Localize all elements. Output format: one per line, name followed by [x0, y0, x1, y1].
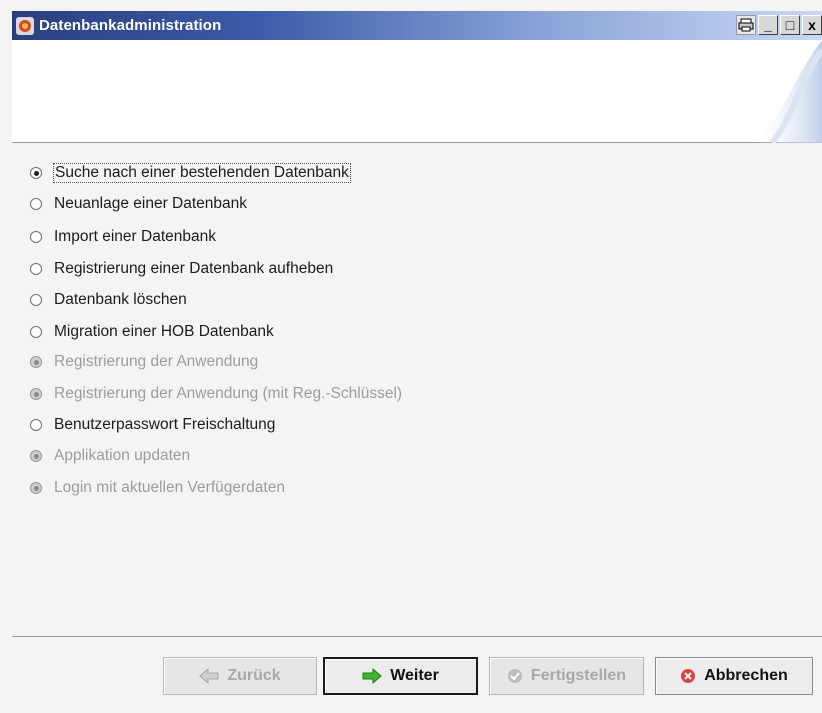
minimize-button[interactable]: _ — [758, 15, 778, 35]
banner-swirl-graphic — [752, 40, 822, 143]
radio-button[interactable] — [30, 419, 42, 431]
option-search-database[interactable]: Suche nach einer bestehenden Datenbank — [30, 162, 351, 184]
option-migrate-hob-database[interactable]: Migration einer HOB Datenbank — [30, 321, 274, 343]
checkmark-icon — [507, 668, 523, 684]
radio-button — [30, 388, 42, 400]
radio-button — [30, 482, 42, 494]
option-label: Registrierung der Anwendung (mit Reg.-Sc… — [54, 385, 403, 402]
option-unlock-user-password[interactable]: Benutzerpasswort Freischaltung — [30, 414, 275, 436]
arrow-right-icon — [362, 668, 382, 684]
option-label: Applikation updaten — [54, 447, 191, 464]
radio-button[interactable] — [30, 294, 42, 306]
option-label: Benutzerpasswort Freischaltung — [54, 416, 276, 433]
radio-button[interactable] — [30, 263, 42, 275]
option-import-database[interactable]: Import einer Datenbank — [30, 226, 216, 248]
title-bar[interactable]: Datenbankadministration _ □ x — [12, 11, 822, 40]
radio-button[interactable] — [30, 198, 42, 210]
back-button-label: Zurück — [227, 667, 281, 684]
option-label: Datenbank löschen — [54, 291, 187, 308]
option-update-application: Applikation updaten — [30, 445, 190, 467]
cancel-icon — [680, 668, 696, 684]
option-delete-database[interactable]: Datenbank löschen — [30, 289, 187, 311]
option-label: Neuanlage einer Datenbank — [54, 195, 248, 212]
option-label: Import einer Datenbank — [54, 228, 216, 245]
finish-button: Fertigstellen — [489, 657, 644, 695]
option-label: Suche nach einer bestehenden Datenbank — [53, 163, 351, 183]
close-button[interactable]: x — [802, 15, 822, 35]
cancel-button[interactable]: Abbrechen — [655, 657, 813, 695]
option-unregister-database[interactable]: Registrierung einer Datenbank aufheben — [30, 258, 333, 280]
option-label: Registrierung einer Datenbank aufheben — [54, 260, 334, 277]
option-new-database[interactable]: Neuanlage einer Datenbank — [30, 193, 247, 215]
arrow-left-icon — [199, 668, 219, 684]
header-banner — [12, 40, 822, 143]
option-label: Login mit aktuellen Verfügerdaten — [54, 479, 285, 496]
app-icon — [16, 16, 34, 35]
option-list: Suche nach einer bestehenden Datenbank N… — [12, 144, 822, 634]
radio-button[interactable] — [30, 231, 42, 243]
option-register-application: Registrierung der Anwendung — [30, 351, 258, 373]
radio-button[interactable] — [30, 167, 42, 179]
radio-button[interactable] — [30, 326, 42, 338]
cancel-button-label: Abbrechen — [704, 667, 788, 684]
print-icon[interactable] — [736, 15, 756, 35]
finish-button-label: Fertigstellen — [530, 667, 627, 684]
option-register-application-with-key: Registrierung der Anwendung (mit Reg.-Sc… — [30, 383, 402, 405]
radio-button — [30, 356, 42, 368]
option-login-current-data: Login mit aktuellen Verfügerdaten — [30, 477, 285, 499]
option-label: Registrierung der Anwendung — [54, 353, 259, 370]
wizard-window: Datenbankadministration _ □ x Suche nach… — [0, 0, 822, 713]
next-button-label: Weiter — [390, 667, 439, 684]
radio-button — [30, 450, 42, 462]
option-label: Migration einer HOB Datenbank — [54, 323, 274, 340]
next-button[interactable]: Weiter — [323, 657, 478, 695]
back-button: Zurück — [163, 657, 317, 695]
window-title: Datenbankadministration — [39, 17, 222, 34]
maximize-button[interactable]: □ — [780, 15, 800, 35]
button-bar: Zurück Weiter Fertigstellen Abbrechen — [12, 636, 822, 713]
